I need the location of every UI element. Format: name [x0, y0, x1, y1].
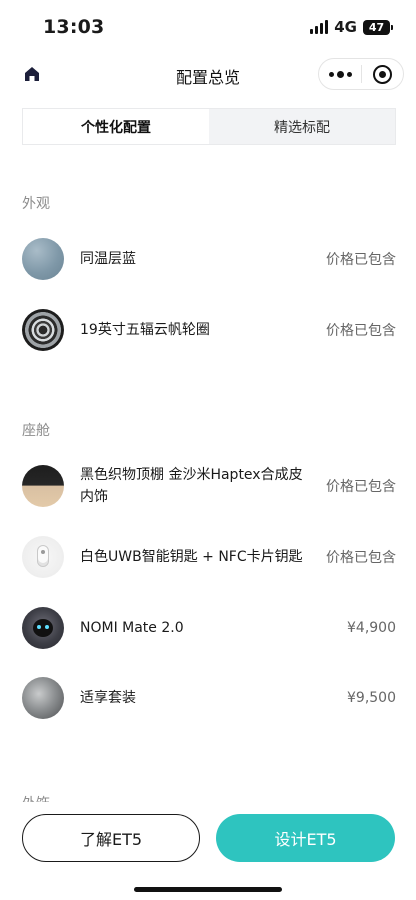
list-item[interactable]: 适享套装 ¥9,500: [22, 676, 396, 720]
home-indicator[interactable]: [134, 887, 282, 892]
section-label-trim: 外饰: [22, 792, 50, 802]
status-time: 13:03: [43, 16, 105, 38]
item-price: 价格已包含: [326, 479, 396, 495]
item-name: 19英寸五辐云帆轮圈: [80, 322, 210, 338]
tab-personalized-config[interactable]: 个性化配置: [23, 109, 209, 144]
section-label-exterior: 外观: [22, 196, 50, 212]
key-thumbnail: [22, 536, 64, 578]
tab-standard-config[interactable]: 精选标配: [209, 109, 395, 144]
list-item[interactable]: 黑色织物顶棚 金沙米Haptex合成皮内饰 价格已包含: [22, 464, 396, 508]
status-bar: 13:03 4G 47: [0, 0, 416, 56]
item-name: 黑色织物顶棚 金沙米Haptex合成皮内饰: [80, 467, 303, 505]
nomi-thumbnail: [22, 607, 64, 649]
item-price: ¥4,900: [347, 620, 396, 636]
item-price: 价格已包含: [326, 252, 396, 268]
nav-bar: 配置总览: [0, 56, 416, 96]
battery-level: 47: [368, 20, 385, 34]
item-name: NOMI Mate 2.0: [80, 620, 184, 636]
section-label-cabin: 座舱: [22, 423, 50, 439]
network-type: 4G: [334, 18, 357, 36]
list-item[interactable]: 同温层蓝 价格已包含: [22, 237, 396, 281]
more-icon[interactable]: [319, 59, 361, 89]
item-price: ¥9,500: [347, 690, 396, 706]
interior-thumbnail: [22, 465, 64, 507]
design-et5-button[interactable]: 设计ET5: [216, 814, 395, 862]
wheel-thumbnail: [22, 309, 64, 351]
mini-program-capsule: [318, 58, 404, 90]
bottom-action-bar: 了解ET5 设计ET5: [0, 802, 416, 900]
item-name: 适享套装: [80, 690, 136, 706]
item-name: 同温层蓝: [80, 251, 136, 267]
close-target-icon[interactable]: [362, 59, 403, 89]
item-price: 价格已包含: [326, 323, 396, 339]
signal-icon: [310, 20, 329, 34]
learn-et5-button[interactable]: 了解ET5: [22, 814, 200, 862]
list-item[interactable]: 19英寸五辐云帆轮圈 价格已包含: [22, 308, 396, 352]
color-swatch: [22, 238, 64, 280]
item-name: 白色UWB智能钥匙 + NFC卡片钥匙: [80, 549, 303, 565]
item-price: 价格已包含: [326, 550, 396, 566]
list-item[interactable]: NOMI Mate 2.0 ¥4,900: [22, 606, 396, 650]
seat-thumbnail: [22, 677, 64, 719]
battery-icon: 47: [363, 19, 393, 35]
status-indicators: 4G 47: [310, 18, 393, 36]
list-item[interactable]: 白色UWB智能钥匙 + NFC卡片钥匙 价格已包含: [22, 535, 396, 579]
config-tabs: 个性化配置 精选标配: [22, 108, 396, 145]
